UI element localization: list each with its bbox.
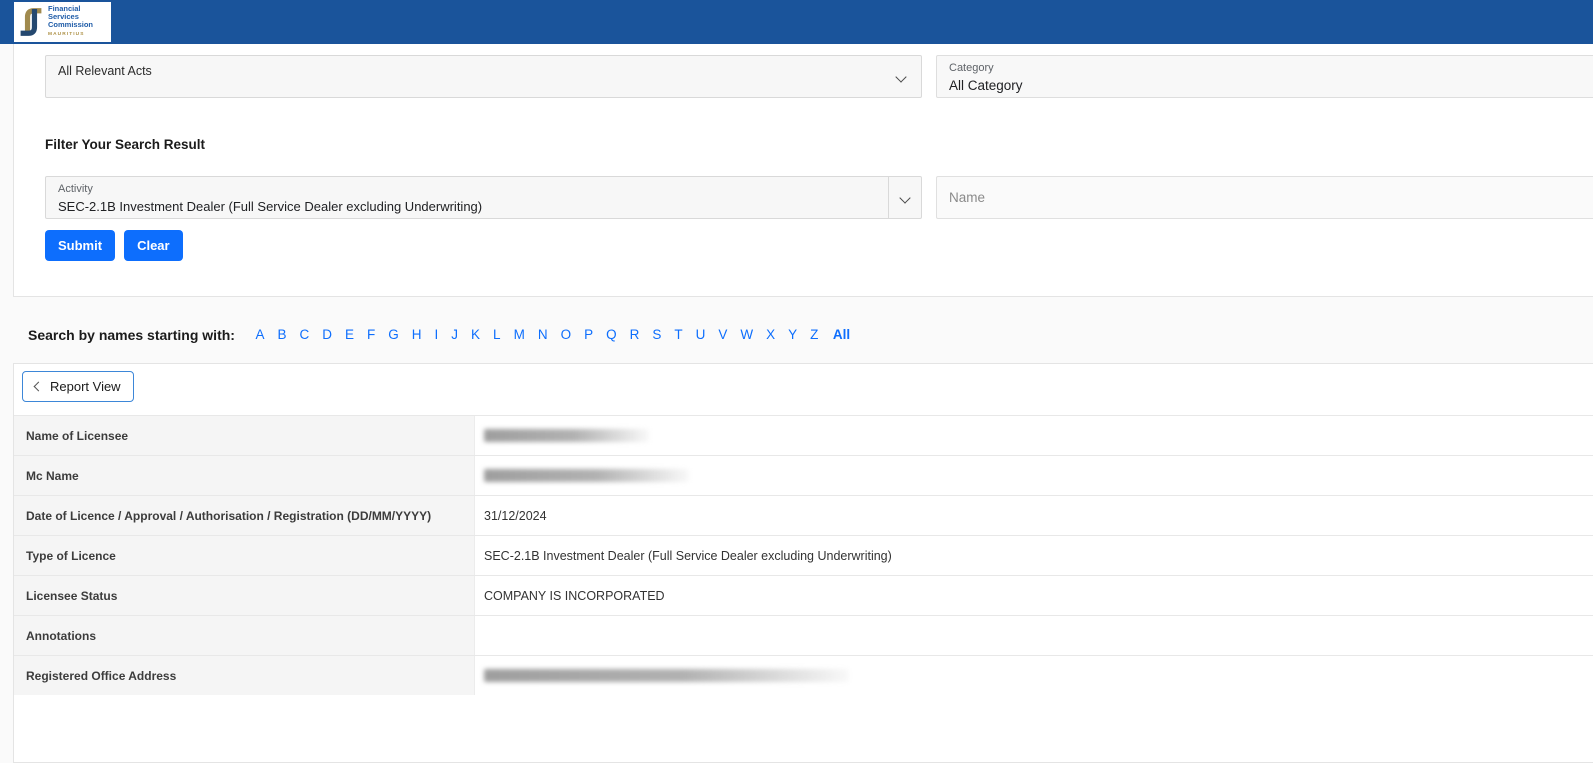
alphabet-letter-z[interactable]: Z bbox=[810, 327, 818, 342]
alphabet-letter-k[interactable]: K bbox=[471, 327, 480, 342]
chevron-down-icon bbox=[895, 71, 906, 82]
alphabet-letter-h[interactable]: H bbox=[412, 327, 422, 342]
redacted-value bbox=[484, 669, 849, 682]
row-label: Mc Name bbox=[14, 456, 475, 495]
alphabet-letter-t[interactable]: T bbox=[674, 327, 682, 342]
licensee-table: Name of LicenseeMc NameDate of Licence /… bbox=[14, 415, 1593, 695]
alphabet-letter-all[interactable]: All bbox=[833, 327, 850, 342]
row-value bbox=[475, 656, 1593, 695]
alphabet-letter-m[interactable]: M bbox=[514, 327, 525, 342]
filter-buttons: Submit Clear bbox=[45, 230, 183, 261]
redacted-value bbox=[484, 429, 649, 442]
row-value bbox=[475, 416, 1593, 455]
table-row: Annotations bbox=[14, 615, 1593, 655]
alphabet-search-row: Search by names starting with: ABCDEFGHI… bbox=[28, 326, 857, 344]
alphabet-letter-x[interactable]: X bbox=[766, 327, 775, 342]
filter-section-title: Filter Your Search Result bbox=[45, 137, 205, 152]
alphabet-letter-n[interactable]: N bbox=[538, 327, 548, 342]
alphabet-letter-a[interactable]: A bbox=[255, 327, 264, 342]
submit-button[interactable]: Submit bbox=[45, 230, 115, 261]
fsc-logo-mark bbox=[18, 6, 44, 38]
table-row: Licensee StatusCOMPANY IS INCORPORATED bbox=[14, 575, 1593, 615]
category-value: All Category bbox=[949, 78, 1023, 93]
row-label: Date of Licence / Approval / Authorisati… bbox=[14, 496, 475, 535]
relevant-acts-value: All Relevant Acts bbox=[58, 64, 152, 78]
chevron-down-icon bbox=[899, 192, 910, 203]
alphabet-letter-g[interactable]: G bbox=[388, 327, 399, 342]
logo-line: Commission bbox=[48, 21, 93, 29]
table-row: Mc Name bbox=[14, 455, 1593, 495]
alphabet-letter-q[interactable]: Q bbox=[606, 327, 617, 342]
alphabet-letter-d[interactable]: D bbox=[322, 327, 332, 342]
category-label: Category bbox=[949, 62, 994, 74]
row-value bbox=[475, 456, 1593, 495]
fsc-logo-text: Financial Services Commission MAURITIUS bbox=[48, 5, 93, 39]
report-panel: Report View Name of LicenseeMc NameDate … bbox=[13, 363, 1593, 763]
activity-select-arrow[interactable] bbox=[888, 177, 921, 218]
alphabet-letter-p[interactable]: P bbox=[584, 327, 593, 342]
report-view-label: Report View bbox=[50, 379, 121, 394]
category-select[interactable]: Category All Category bbox=[936, 55, 1593, 98]
row-label: Licensee Status bbox=[14, 576, 475, 615]
row-label: Type of Licence bbox=[14, 536, 475, 575]
name-field-wrap bbox=[936, 176, 1593, 219]
row-value: 31/12/2024 bbox=[475, 496, 1593, 535]
alphabet-letter-b[interactable]: B bbox=[277, 327, 286, 342]
logo-country: MAURITIUS bbox=[48, 31, 93, 39]
fsc-logo[interactable]: Financial Services Commission MAURITIUS bbox=[14, 2, 111, 42]
alphabet-letter-v[interactable]: V bbox=[718, 327, 727, 342]
alphabet-letter-c[interactable]: C bbox=[299, 327, 309, 342]
row-value: COMPANY IS INCORPORATED bbox=[475, 576, 1593, 615]
alphabet-letter-f[interactable]: F bbox=[367, 327, 375, 342]
alphabet-letter-o[interactable]: O bbox=[561, 327, 572, 342]
row-label: Annotations bbox=[14, 616, 475, 655]
alphabet-letter-r[interactable]: R bbox=[630, 327, 640, 342]
clear-button[interactable]: Clear bbox=[124, 230, 183, 261]
activity-value: SEC-2.1B Investment Dealer (Full Service… bbox=[58, 199, 482, 214]
table-row: Date of Licence / Approval / Authorisati… bbox=[14, 495, 1593, 535]
chevron-left-icon bbox=[34, 382, 44, 392]
row-value bbox=[475, 616, 1593, 655]
alphabet-letter-i[interactable]: I bbox=[435, 327, 439, 342]
activity-select[interactable]: Activity SEC-2.1B Investment Dealer (Ful… bbox=[45, 176, 922, 219]
alphabet-label: Search by names starting with: bbox=[28, 327, 235, 343]
table-row: Registered Office Address bbox=[14, 655, 1593, 695]
alphabet-letter-w[interactable]: W bbox=[740, 327, 753, 342]
alphabet-letter-u[interactable]: U bbox=[696, 327, 706, 342]
alphabet-letter-s[interactable]: S bbox=[652, 327, 661, 342]
report-view-button[interactable]: Report View bbox=[22, 371, 134, 402]
table-row: Name of Licensee bbox=[14, 415, 1593, 455]
table-row: Type of LicenceSEC-2.1B Investment Deale… bbox=[14, 535, 1593, 575]
alphabet-letter-y[interactable]: Y bbox=[788, 327, 797, 342]
row-label: Registered Office Address bbox=[14, 656, 475, 695]
relevant-acts-select[interactable]: All Relevant Acts bbox=[45, 55, 922, 98]
alphabet-letter-e[interactable]: E bbox=[345, 327, 354, 342]
activity-label: Activity bbox=[58, 183, 93, 195]
alphabet-letter-j[interactable]: J bbox=[451, 327, 458, 342]
row-label: Name of Licensee bbox=[14, 416, 475, 455]
name-input[interactable] bbox=[936, 176, 1593, 219]
redacted-value bbox=[484, 469, 689, 482]
alphabet-links: ABCDEFGHIJKLMNOPQRSTUVWXYZ All bbox=[249, 326, 857, 344]
header-bar: Financial Services Commission MAURITIUS bbox=[0, 0, 1593, 44]
alphabet-letter-l[interactable]: L bbox=[493, 327, 501, 342]
row-value: SEC-2.1B Investment Dealer (Full Service… bbox=[475, 536, 1593, 575]
filter-panel: All Relevant Acts Category All Category … bbox=[13, 44, 1593, 297]
